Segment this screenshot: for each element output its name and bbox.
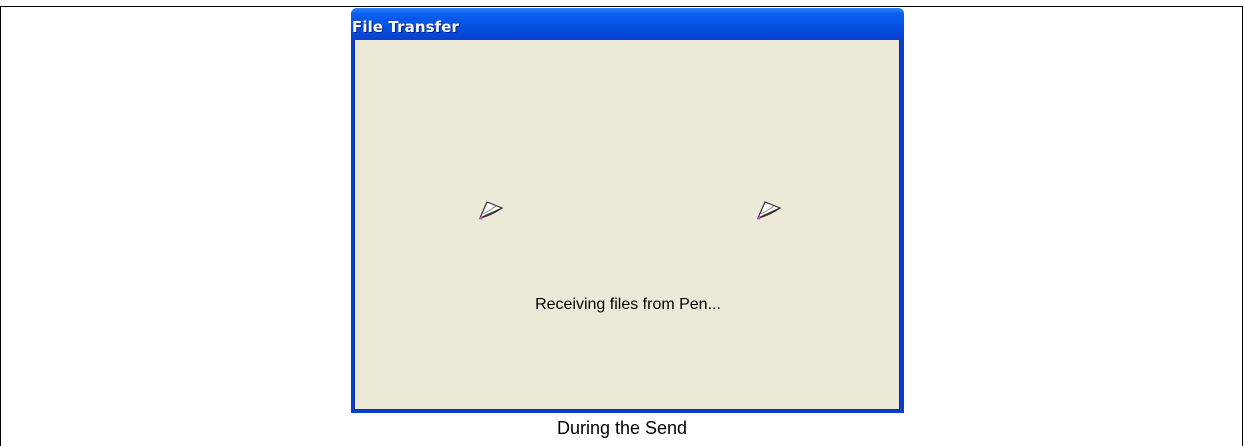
folder-transfer-icon xyxy=(752,192,786,226)
status-text: Receiving files from Pen... xyxy=(535,296,721,313)
file-transfer-dialog: File Transfer Receiving files from Pen..… xyxy=(351,8,904,413)
dialog-body: Receiving files from Pen... xyxy=(354,40,900,410)
title-bar[interactable]: File Transfer xyxy=(351,8,904,40)
window-title: File Transfer xyxy=(352,18,460,36)
folder-transfer-icon xyxy=(474,192,508,226)
figure-caption: During the Send xyxy=(556,418,688,438)
